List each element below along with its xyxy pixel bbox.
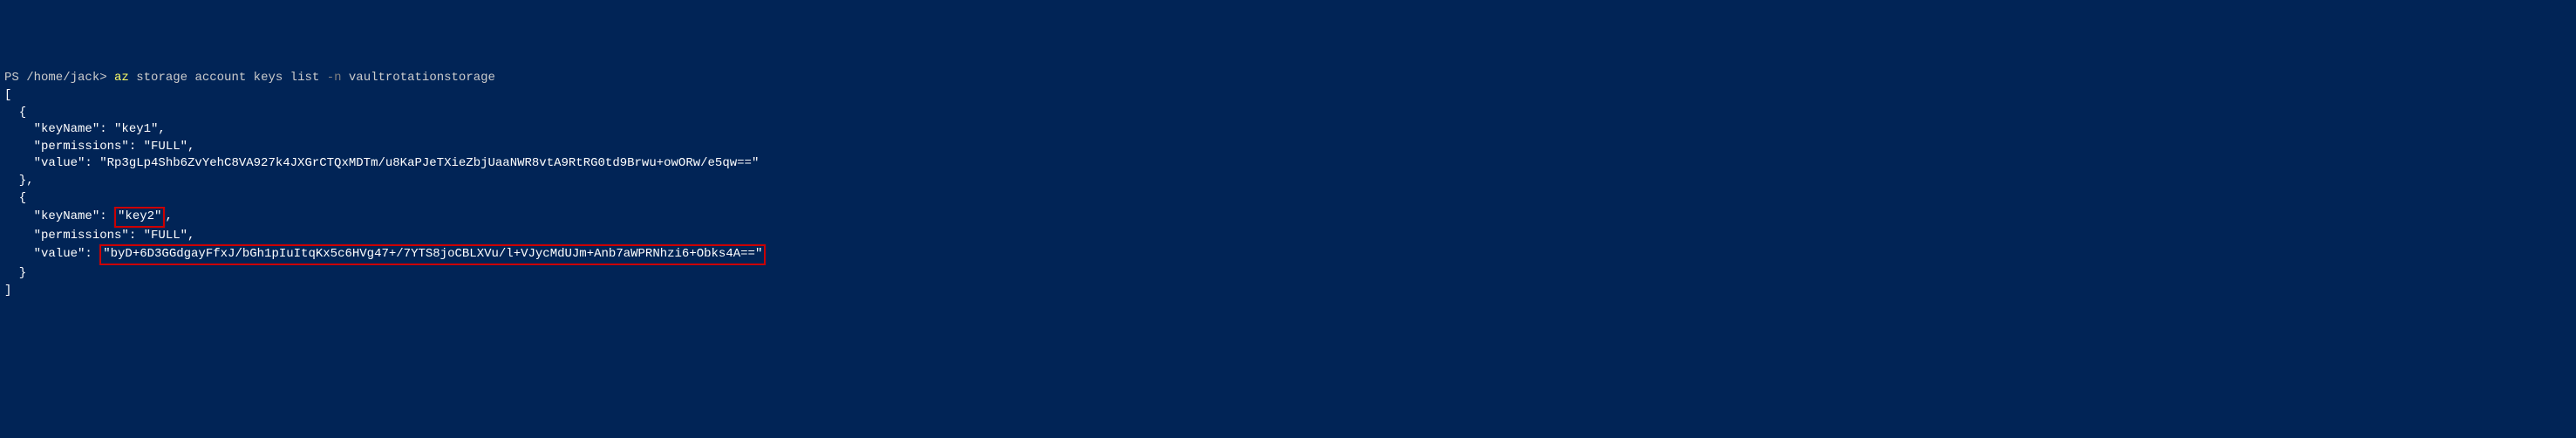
terminal-output: PS /home/jack> az storage account keys l…: [4, 70, 2572, 299]
json-object-open-2: {: [4, 191, 26, 205]
json-bracket-open: [: [4, 88, 11, 102]
json-key2-name-prefix: "keyName":: [4, 209, 114, 223]
json-object-close: },: [4, 174, 34, 188]
json-key2-name-highlighted: "key2": [114, 207, 165, 228]
json-bracket-close: ]: [4, 284, 11, 298]
command-arg-value: vaultrotationstorage: [342, 71, 495, 85]
json-key2-value-highlighted: "byD+6D3GGdgayFfxJ/bGh1pIuItqKx5c6HVg47+…: [99, 244, 766, 265]
json-object-open: {: [4, 106, 26, 120]
command-flag: -n: [327, 71, 342, 85]
json-key2-permissions: "permissions": "FULL",: [4, 229, 194, 243]
ps-prompt: PS /home/jack>: [4, 71, 114, 85]
command-args: storage account keys list: [129, 71, 327, 85]
command-az: az: [114, 71, 129, 85]
json-key1-name: "keyName": "key1",: [4, 122, 166, 136]
json-object-close-2: }: [4, 266, 26, 280]
json-key2-value-prefix: "value":: [4, 247, 99, 261]
json-key1-permissions: "permissions": "FULL",: [4, 140, 194, 154]
json-key2-name-suffix: ,: [165, 209, 172, 223]
json-key1-value: "value": "Rp3gLp4Shb6ZvYehC8VA927k4JXGrC…: [4, 156, 759, 170]
